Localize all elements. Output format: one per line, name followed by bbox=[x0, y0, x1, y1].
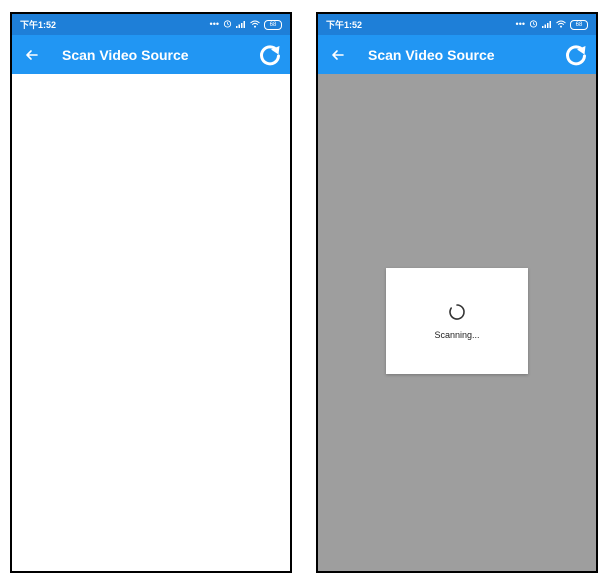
battery-icon: 68 bbox=[264, 19, 282, 30]
status-bar: 下午1:52 ••• 68 bbox=[318, 14, 596, 35]
status-time: 下午1:52 bbox=[326, 20, 363, 30]
refresh-icon bbox=[566, 44, 586, 65]
refresh-button[interactable] bbox=[556, 35, 596, 74]
battery-icon: 68 bbox=[570, 19, 588, 30]
refresh-button[interactable] bbox=[250, 35, 290, 74]
status-icons: ••• 68 bbox=[516, 19, 588, 30]
alarm-icon bbox=[529, 19, 538, 30]
wifi-icon bbox=[556, 20, 566, 30]
content-area bbox=[12, 74, 290, 571]
progress-dialog: Scanning... bbox=[386, 268, 528, 374]
status-time: 下午1:52 bbox=[20, 20, 57, 30]
signal-icon bbox=[542, 20, 552, 30]
page-title: Scan Video Source bbox=[368, 46, 495, 63]
modal-scrim: Scanning... bbox=[318, 74, 596, 571]
loading-spinner-icon bbox=[449, 304, 465, 320]
more-dots-icon: ••• bbox=[209, 19, 219, 29]
app-bar: Scan Video Source bbox=[318, 35, 596, 74]
dialog-message: Scanning... bbox=[434, 330, 480, 340]
arrow-back-icon bbox=[26, 49, 38, 60]
status-bar: 下午1:52 ••• 68 bbox=[12, 14, 290, 35]
arrow-back-icon bbox=[332, 49, 344, 60]
status-icons: ••• 68 bbox=[210, 19, 282, 30]
back-button[interactable] bbox=[12, 35, 52, 74]
app-bar: Scan Video Source bbox=[12, 35, 290, 74]
phone-screen-empty: 下午1:52 ••• 68 Scan Video Source bbox=[10, 12, 292, 573]
signal-icon bbox=[236, 20, 246, 30]
back-button[interactable] bbox=[318, 35, 358, 74]
alarm-icon bbox=[223, 19, 232, 30]
more-dots-icon: ••• bbox=[515, 19, 525, 29]
wifi-icon bbox=[250, 20, 260, 30]
page-title: Scan Video Source bbox=[62, 46, 189, 63]
phone-screen-scanning: 下午1:52 ••• 68 Scan Video Source Scanning… bbox=[316, 12, 598, 573]
refresh-icon bbox=[260, 44, 280, 65]
